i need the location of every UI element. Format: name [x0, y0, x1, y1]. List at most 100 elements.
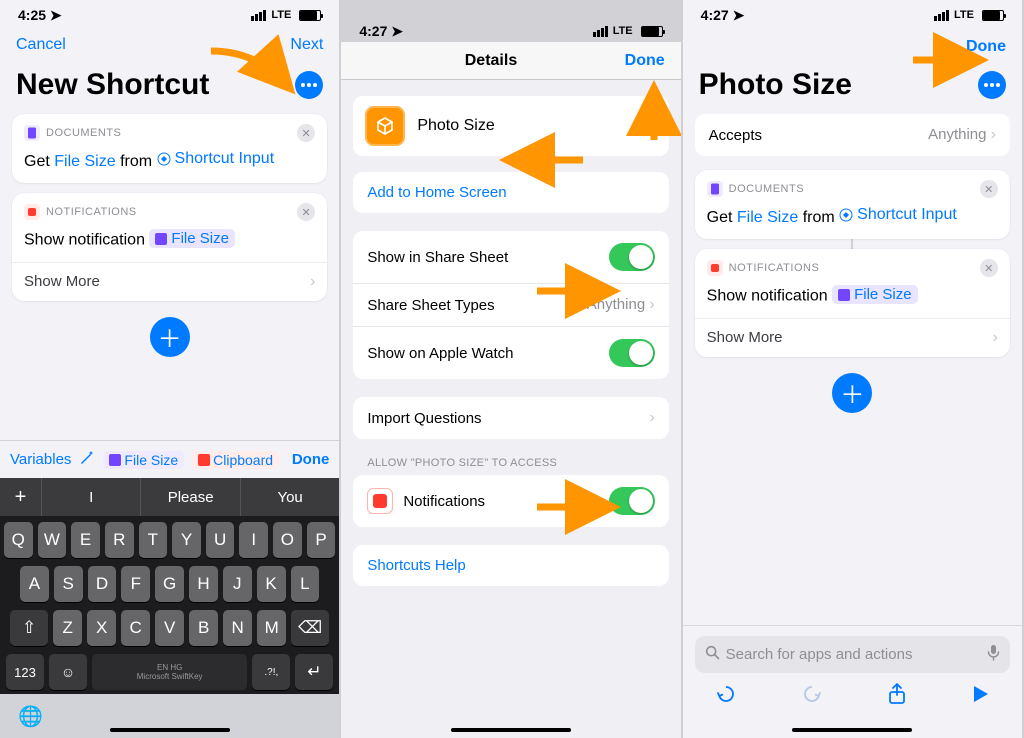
- home-indicator[interactable]: [792, 728, 912, 732]
- backspace-key[interactable]: ⌫: [291, 610, 329, 646]
- toggle-on[interactable]: [609, 339, 655, 367]
- signal-icon: [251, 10, 266, 21]
- keyboard[interactable]: QWERTYUIOP ASDFGHJKL ⇧ ZXCVBNM ⌫ 123 ☺ E…: [0, 516, 339, 694]
- key-l[interactable]: L: [291, 566, 320, 602]
- key-p[interactable]: P: [307, 522, 336, 558]
- key-a[interactable]: A: [20, 566, 49, 602]
- import-questions-row[interactable]: Import Questions›: [353, 397, 668, 439]
- notifications-icon: [707, 260, 723, 276]
- clear-name-icon[interactable]: ✕: [637, 116, 657, 136]
- more-button[interactable]: [295, 71, 323, 99]
- done-button[interactable]: Done: [625, 52, 665, 70]
- key-n[interactable]: N: [223, 610, 252, 646]
- chevron-right-icon: ›: [649, 296, 654, 313]
- search-icon: [705, 645, 720, 664]
- chevron-right-icon: ›: [993, 329, 998, 347]
- key-q[interactable]: Q: [4, 522, 33, 558]
- remove-action-icon[interactable]: ✕: [297, 124, 315, 142]
- key-h[interactable]: H: [189, 566, 218, 602]
- next-button[interactable]: Next: [290, 36, 323, 54]
- location-icon: ➤: [50, 7, 62, 23]
- toggle-on[interactable]: [609, 487, 655, 515]
- key-f[interactable]: F: [121, 566, 150, 602]
- share-sheet-types-row[interactable]: Share Sheet TypesAnything ›: [353, 284, 668, 327]
- action-card-documents[interactable]: DOCUMENTS ✕ Get File Size from Shortcut …: [695, 170, 1010, 239]
- file-size-token[interactable]: File Size: [54, 153, 115, 171]
- home-indicator[interactable]: [451, 728, 571, 732]
- shift-key[interactable]: ⇧: [10, 610, 48, 646]
- toggle-on[interactable]: [609, 243, 655, 271]
- shortcut-input-token[interactable]: Shortcut Input: [157, 150, 275, 168]
- shortcut-icon[interactable]: [365, 106, 405, 146]
- key-j[interactable]: J: [223, 566, 252, 602]
- remove-action-icon[interactable]: ✕: [297, 203, 315, 221]
- share-button[interactable]: [887, 683, 907, 710]
- add-action-button[interactable]: ＋: [150, 317, 190, 357]
- file-size-variable-chip[interactable]: File Size: [832, 285, 918, 304]
- shortcuts-help-row[interactable]: Shortcuts Help: [353, 545, 668, 586]
- key-c[interactable]: C: [121, 610, 150, 646]
- keyboard-prediction-bar[interactable]: +IPleaseYou: [0, 478, 339, 516]
- file-size-variable-pill[interactable]: File Size: [103, 451, 184, 469]
- remove-action-icon[interactable]: ✕: [980, 180, 998, 198]
- globe-icon[interactable]: 🌐: [18, 704, 43, 729]
- search-input[interactable]: Search for apps and actions: [695, 636, 1010, 673]
- dictation-icon[interactable]: [987, 644, 1000, 665]
- show-more-row[interactable]: Show More›: [12, 262, 327, 301]
- undo-button[interactable]: [715, 683, 737, 710]
- key-v[interactable]: V: [155, 610, 184, 646]
- add-to-home-screen-row[interactable]: Add to Home Screen: [353, 172, 668, 213]
- keyboard-done-button[interactable]: Done: [292, 451, 330, 468]
- chevron-right-icon: ›: [649, 409, 654, 427]
- key-r[interactable]: R: [105, 522, 134, 558]
- shortcut-name-input[interactable]: Photo Size: [417, 117, 624, 135]
- chevron-right-icon: ›: [310, 273, 315, 291]
- key-b[interactable]: B: [189, 610, 218, 646]
- key-t[interactable]: T: [139, 522, 168, 558]
- home-indicator[interactable]: [110, 728, 230, 732]
- magic-variable-icon: [839, 208, 853, 222]
- file-size-token[interactable]: File Size: [737, 209, 798, 227]
- notifications-permission-row[interactable]: Notifications: [353, 475, 668, 527]
- show-in-share-sheet-row[interactable]: Show in Share Sheet: [353, 231, 668, 284]
- key-d[interactable]: D: [88, 566, 117, 602]
- key-k[interactable]: K: [257, 566, 286, 602]
- remove-action-icon[interactable]: ✕: [980, 259, 998, 277]
- magic-wand-icon[interactable]: [79, 449, 95, 470]
- run-button[interactable]: [972, 684, 990, 709]
- key-z[interactable]: Z: [53, 610, 82, 646]
- action-category: DOCUMENTS: [46, 127, 121, 139]
- redo-button[interactable]: [801, 683, 823, 710]
- shortcut-input-token[interactable]: Shortcut Input: [839, 206, 957, 224]
- action-category: DOCUMENTS: [729, 183, 804, 195]
- key-x[interactable]: X: [87, 610, 116, 646]
- key-i[interactable]: I: [239, 522, 268, 558]
- action-card-notifications[interactable]: NOTIFICATIONS ✕ Show notification File S…: [12, 193, 327, 301]
- key-e[interactable]: E: [71, 522, 100, 558]
- key-u[interactable]: U: [206, 522, 235, 558]
- action-card-notifications[interactable]: NOTIFICATIONS ✕ Show notification File S…: [695, 249, 1010, 357]
- clipboard-variable-pill[interactable]: Clipboard: [192, 451, 279, 469]
- file-size-variable-chip[interactable]: File Size: [149, 229, 235, 248]
- show-on-apple-watch-row[interactable]: Show on Apple Watch: [353, 327, 668, 379]
- key-g[interactable]: G: [155, 566, 184, 602]
- more-button[interactable]: [978, 71, 1006, 99]
- numbers-key[interactable]: 123: [6, 654, 44, 690]
- key-s[interactable]: S: [54, 566, 83, 602]
- action-card-documents[interactable]: DOCUMENTS ✕ Get File Size from Shortcut …: [12, 114, 327, 183]
- emoji-key[interactable]: ☺: [49, 654, 87, 690]
- show-more-row[interactable]: Show More›: [695, 318, 1010, 357]
- variables-button[interactable]: Variables: [10, 451, 71, 468]
- key-o[interactable]: O: [273, 522, 302, 558]
- done-button[interactable]: Done: [966, 38, 1006, 56]
- action-connector: [851, 239, 853, 249]
- key-m[interactable]: M: [257, 610, 286, 646]
- key-y[interactable]: Y: [172, 522, 201, 558]
- key-w[interactable]: W: [38, 522, 67, 558]
- spacebar-key[interactable]: EN HGMicrosoft SwiftKey: [92, 654, 247, 690]
- return-key[interactable]: ↵: [295, 654, 333, 690]
- punctuation-key[interactable]: .?!,: [252, 654, 290, 690]
- add-action-button[interactable]: ＋: [832, 373, 872, 413]
- cancel-button[interactable]: Cancel: [16, 36, 66, 54]
- accepts-row[interactable]: Accepts Anything ›: [695, 114, 1010, 156]
